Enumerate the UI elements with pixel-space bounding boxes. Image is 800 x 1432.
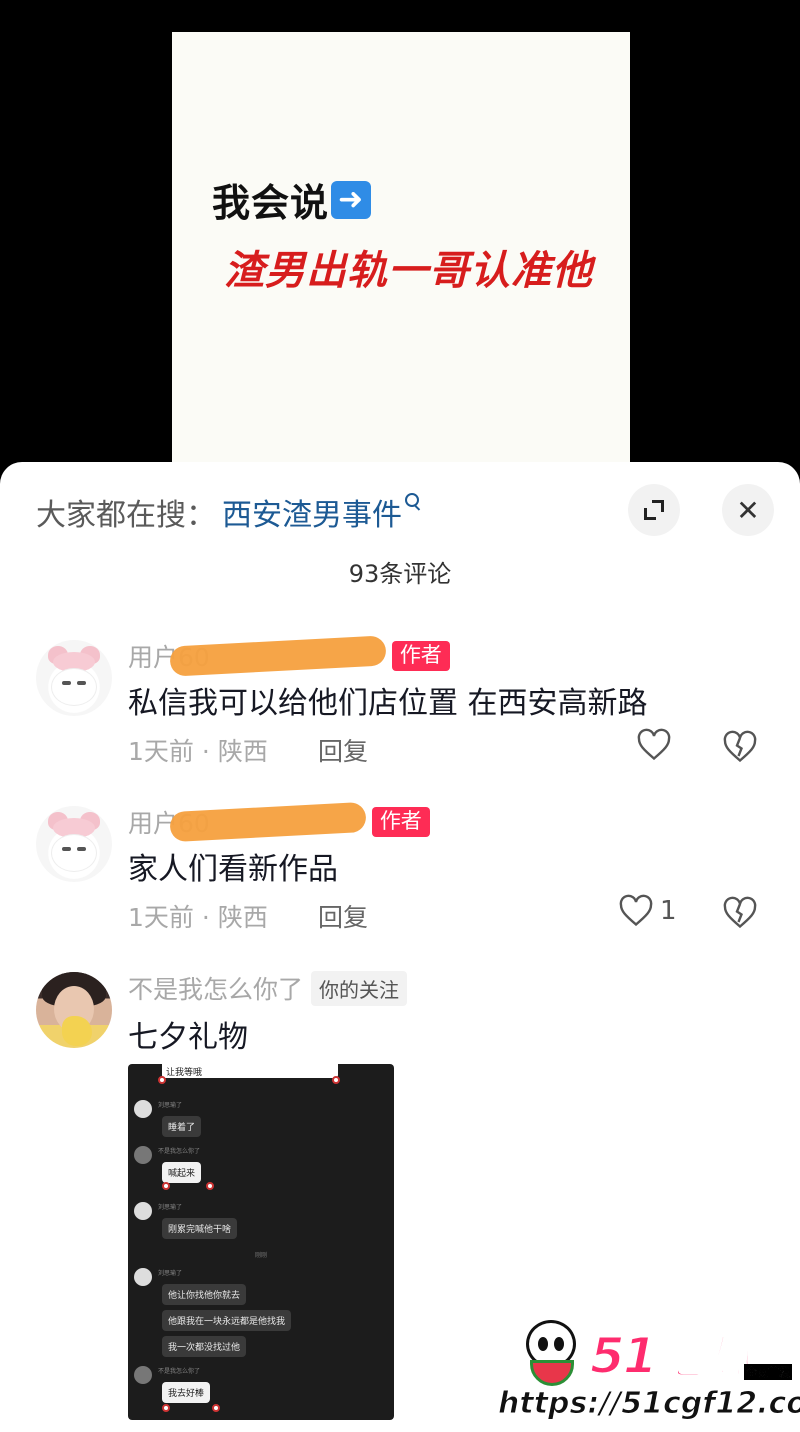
comment-meta: 1天前 · 陕西: [128, 903, 268, 932]
search-prefix: 大家都在搜：: [36, 498, 216, 533]
comment-text[interactable]: 私信我可以给他们店位置 在西安高新路: [128, 678, 648, 722]
like-button[interactable]: [636, 728, 678, 762]
expand-button[interactable]: [628, 484, 680, 536]
following-badge: 你的关注: [311, 970, 408, 1006]
dislike-button[interactable]: [722, 896, 758, 930]
watermark-logo: 51吃瓜: [589, 1326, 755, 1386]
avatar: [134, 1146, 152, 1164]
avatar: [134, 1366, 152, 1384]
video-frame: 我会说 ➜ 渣男出轨一哥认准他: [172, 32, 630, 480]
broken-heart-icon: [723, 730, 757, 763]
avatar: [134, 1202, 152, 1220]
avatar[interactable]: [36, 972, 112, 1048]
reply-button[interactable]: 回复: [318, 898, 368, 934]
avatar[interactable]: [36, 806, 112, 882]
avatar: [134, 1100, 152, 1118]
like-button[interactable]: 1: [618, 894, 677, 928]
mascot-logo-icon: [522, 1320, 580, 1394]
search-term-link[interactable]: 西安渣男事件: [222, 490, 402, 534]
reply-button[interactable]: 回复: [318, 732, 368, 768]
watermark-url: https://51cgf12.com: [497, 1386, 800, 1422]
author-badge: 作者: [391, 641, 450, 671]
watermark: 51吃瓜 全网首发 https://51cgf12.com: [497, 1314, 800, 1426]
comment-text[interactable]: 七夕礼物: [128, 1012, 248, 1056]
video-caption-line1: 我会说 ➜: [212, 172, 372, 227]
like-count: 1: [660, 896, 677, 926]
video-player[interactable]: 我会说 ➜ 渣男出轨一哥认准他: [0, 0, 800, 480]
close-icon: ✕: [736, 493, 760, 527]
dislike-button[interactable]: [722, 730, 758, 764]
right-arrow-icon: ➜: [331, 180, 372, 219]
video-caption-line2: 渣男出轨一哥认准他: [224, 248, 593, 294]
search-icon: [405, 493, 423, 515]
comment-text[interactable]: 家人们看新作品: [128, 844, 338, 888]
comment-username[interactable]: 用户60 作者: [128, 635, 450, 677]
avatar: [134, 1268, 152, 1286]
expand-icon: [642, 498, 666, 522]
comment-username[interactable]: 不是我怎么你了 你的关注: [128, 970, 408, 1006]
chat-timestamp: 刚刚: [254, 1252, 267, 1259]
avatar[interactable]: [36, 640, 112, 716]
close-button[interactable]: ✕: [722, 484, 774, 536]
search-suggestion[interactable]: 大家都在搜： 西安渣男事件: [36, 490, 423, 534]
comment-count: 93条评论: [348, 560, 452, 588]
comment-username[interactable]: 用户60 作者: [128, 801, 430, 843]
video-caption-text: 我会说: [212, 181, 330, 225]
chat-top-bubble: 让我等哦: [162, 1064, 338, 1078]
heart-icon: [619, 894, 653, 927]
watermark-tag: 全网首发: [744, 1364, 792, 1380]
broken-heart-icon: [723, 896, 757, 929]
comment-meta: 1天前 · 陕西: [128, 737, 268, 766]
comment-image[interactable]: 让我等哦 刘思瑜了 睡着了 不是我怎么你了 喊起来 刘思瑜了 刚累完喊他干啥 刚…: [128, 1064, 394, 1420]
comments-sheet: 大家都在搜： 西安渣男事件 ✕ 93条评论 用户60 作者 私信我可以给他们店位…: [0, 462, 800, 1432]
author-badge: 作者: [371, 807, 430, 837]
heart-icon: [637, 728, 671, 761]
